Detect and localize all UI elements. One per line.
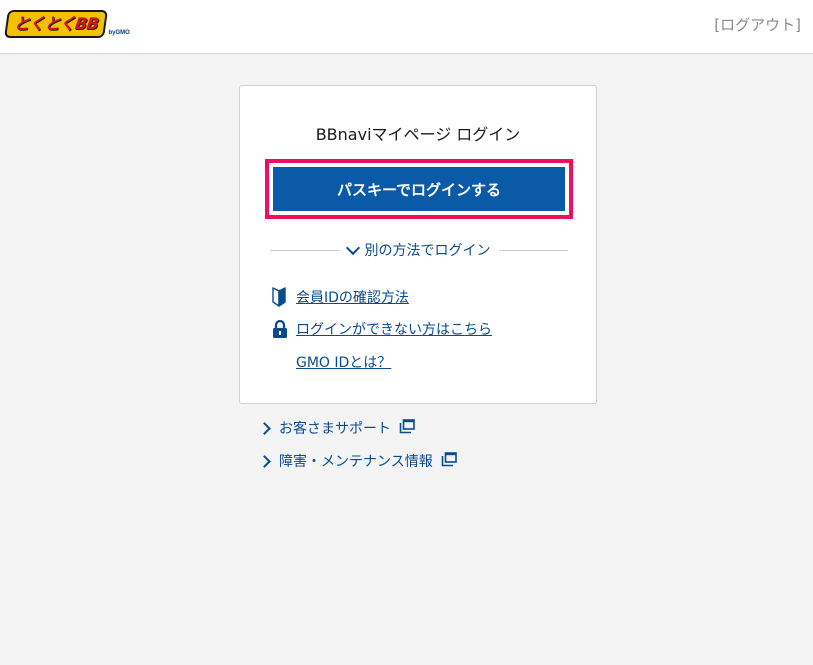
beginner-mark-icon	[272, 286, 296, 308]
cannot-login-link[interactable]: ログインができない方はこちら	[296, 319, 492, 339]
maintenance-info-label: 障害・メンテナンス情報	[279, 454, 433, 470]
alternative-login-label: 別の方法でログイン	[364, 243, 491, 259]
external-window-icon	[441, 451, 457, 471]
divider-left	[270, 249, 340, 251]
alternative-login-toggle[interactable]: 別の方法でログイン	[340, 240, 499, 260]
lock-icon	[272, 318, 296, 340]
maintenance-info-link[interactable]: 障害・メンテナンス情報	[258, 451, 457, 471]
logout-link[interactable]: [ログアウト]	[714, 14, 801, 35]
tokutoku-bb-logo[interactable]: とくとくBB byGMO	[4, 10, 130, 38]
divider-right	[498, 249, 568, 251]
logo-text: とくとくBB	[4, 10, 109, 38]
empty-icon-slot	[272, 351, 296, 373]
external-window-icon	[399, 418, 415, 438]
link-row-gmo-id: GMO IDとは？	[272, 351, 391, 373]
link-row-member-id: 会員IDの確認方法	[272, 286, 409, 308]
login-card: BBnaviマイページ ログイン パスキーでログインする 別の方法でログイン 会…	[239, 85, 597, 404]
chevron-down-icon	[345, 240, 360, 256]
header: とくとくBB byGMO [ログアウト]	[0, 0, 813, 54]
link-row-cannot-login: ログインができない方はこちら	[272, 318, 492, 340]
gmo-id-about-link[interactable]: GMO IDとは？	[296, 352, 391, 372]
page-title: BBnaviマイページ ログイン	[315, 125, 521, 144]
passkey-login-button[interactable]: パスキーでログインする	[273, 167, 565, 211]
alternative-login-row: 別の方法でログイン	[270, 240, 568, 260]
customer-support-link[interactable]: お客さまサポート	[258, 418, 415, 438]
passkey-button-highlight: パスキーでログインする	[265, 159, 573, 219]
customer-support-label: お客さまサポート	[279, 421, 391, 437]
chevron-right-icon	[258, 454, 271, 468]
logo-sub: byGMO	[108, 30, 130, 36]
chevron-right-icon	[258, 421, 271, 435]
member-id-help-link[interactable]: 会員IDの確認方法	[296, 287, 409, 307]
